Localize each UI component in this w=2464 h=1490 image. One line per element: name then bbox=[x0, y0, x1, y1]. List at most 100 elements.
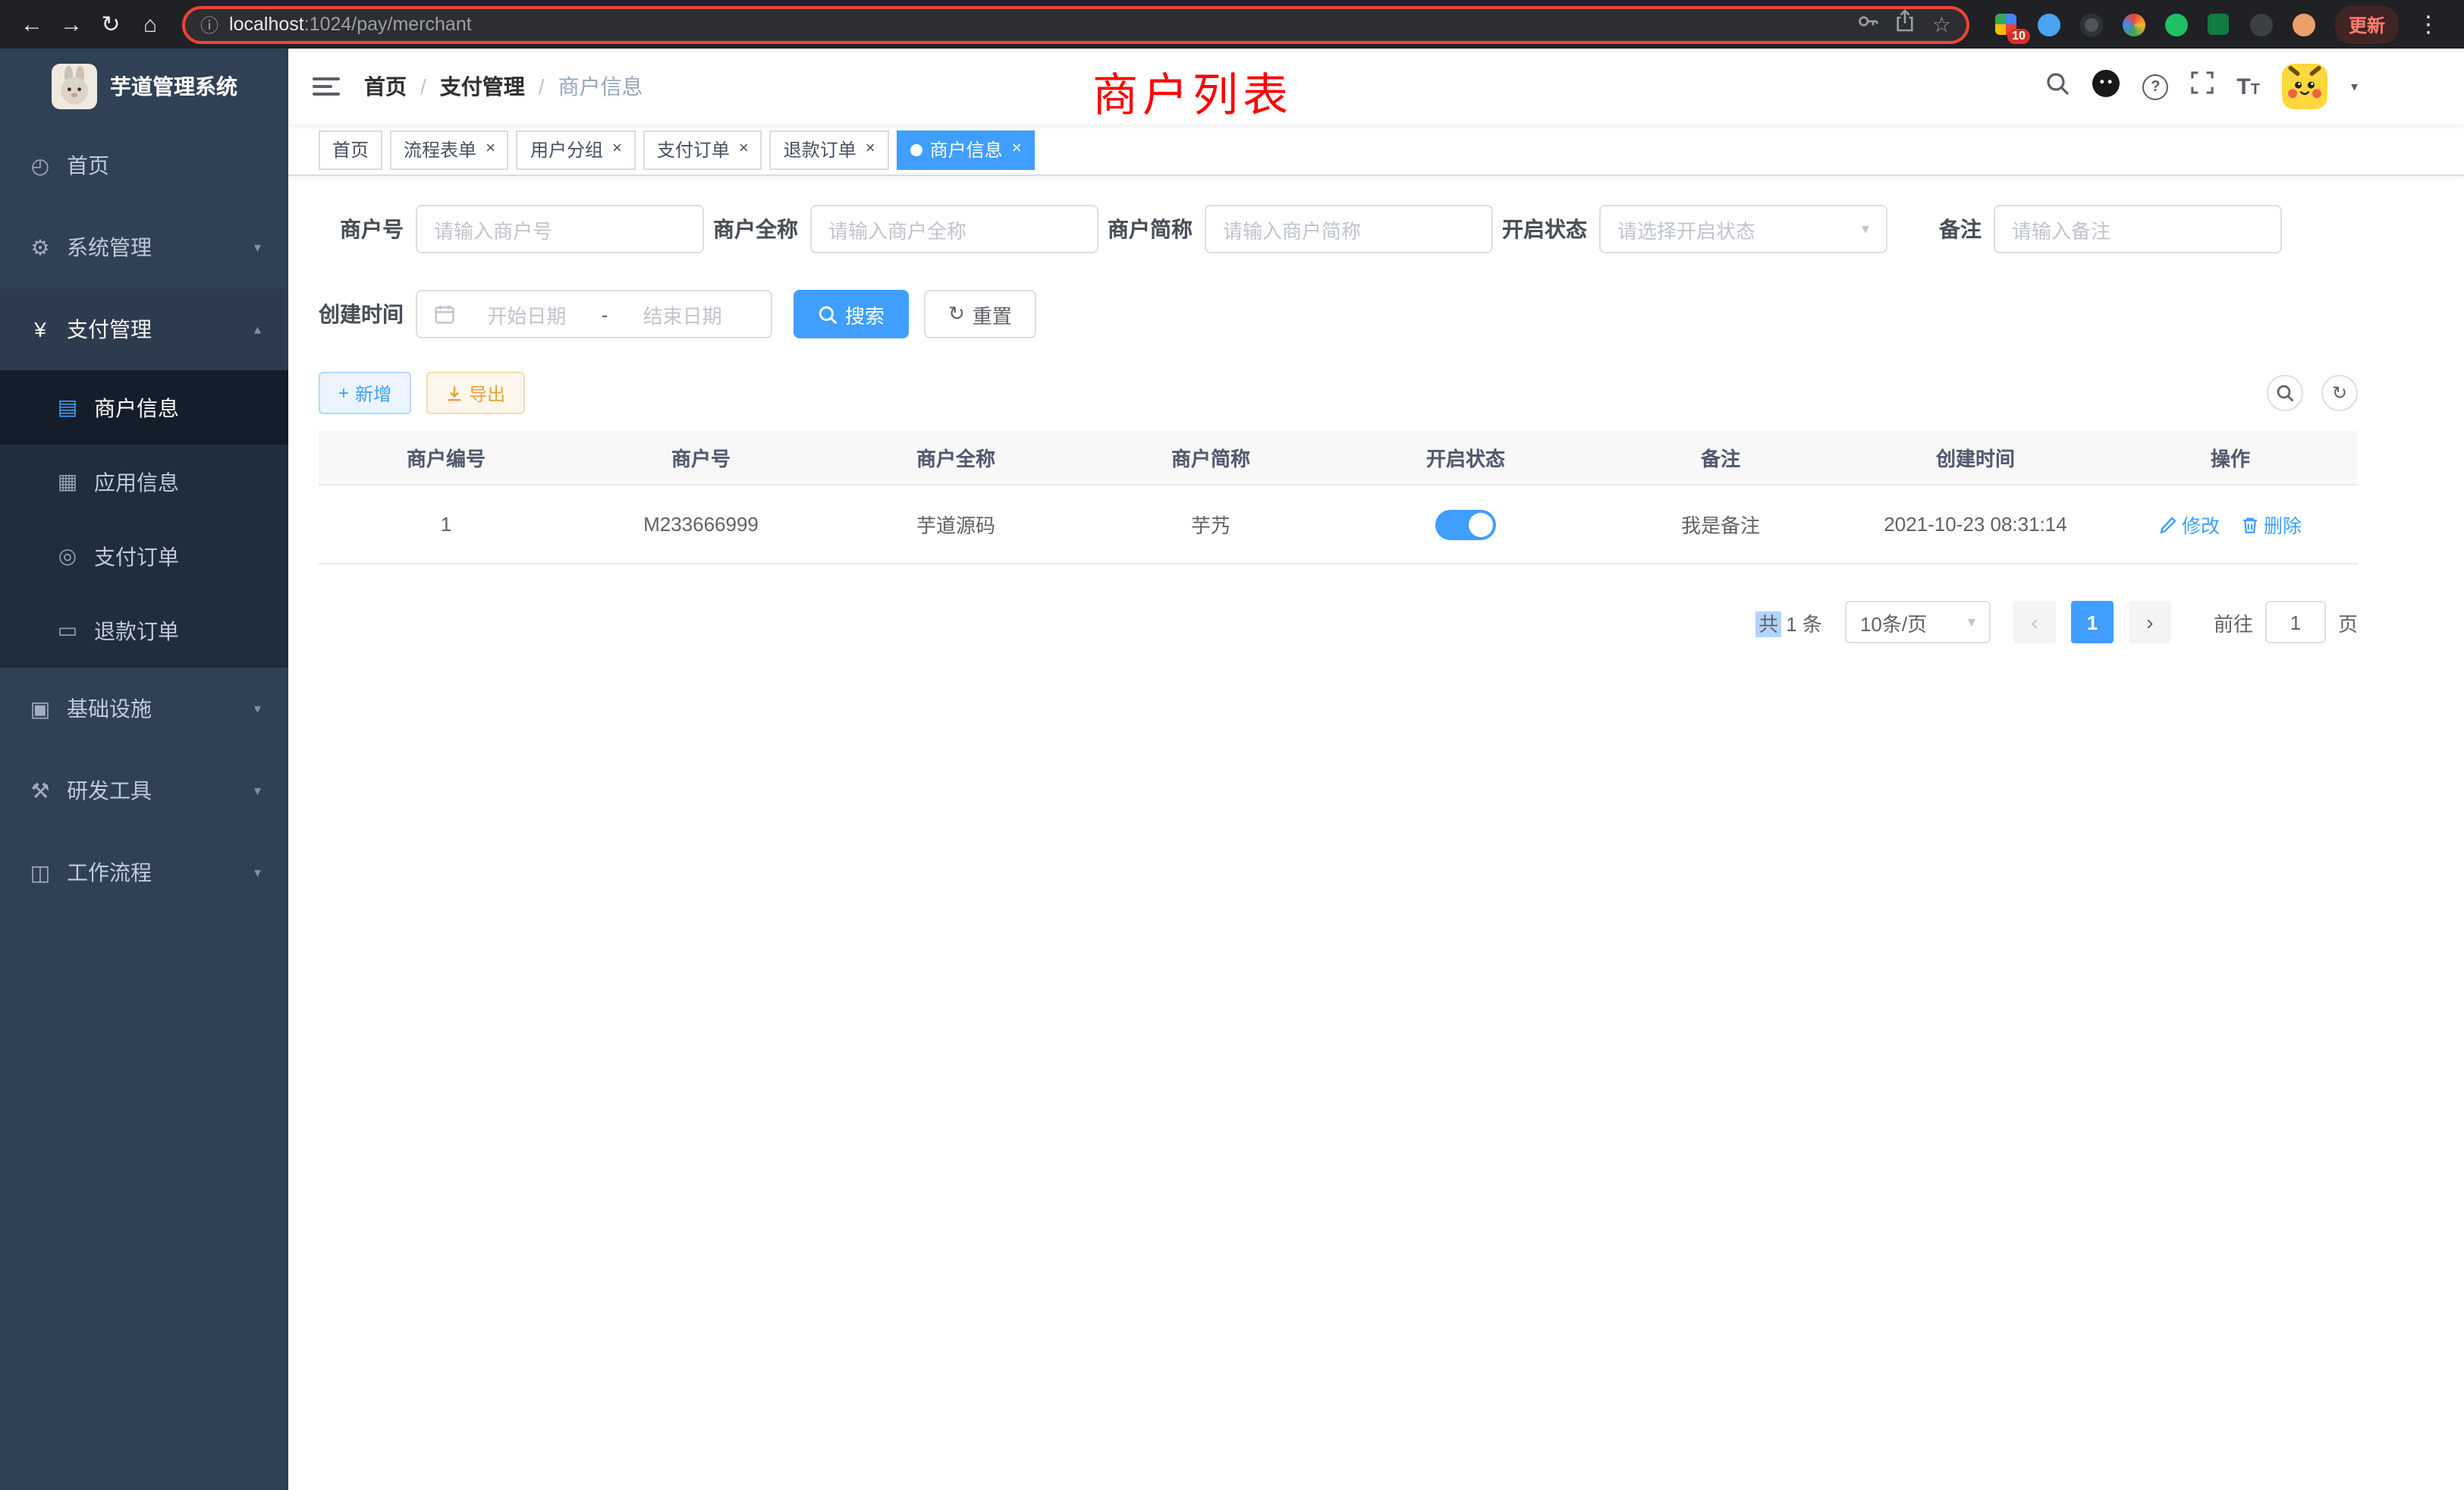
browser-update-button[interactable]: 更新 bbox=[2335, 5, 2399, 43]
status-toggle[interactable] bbox=[1435, 509, 1496, 539]
sidebar-item-system[interactable]: ⚙ 系统管理 ▾ bbox=[0, 206, 288, 288]
extension-blue-icon[interactable] bbox=[2036, 11, 2062, 37]
page-unit-label: 页 bbox=[2338, 608, 2358, 637]
tab-refund-orders[interactable]: 退款订单× bbox=[770, 130, 889, 169]
search-button[interactable]: 搜索 bbox=[794, 290, 909, 338]
cell-short-name: 芋艿 bbox=[1083, 510, 1338, 539]
sidebar-item-home[interactable]: ◴ 首页 bbox=[0, 124, 288, 206]
start-date-input[interactable]: 开始日期 bbox=[455, 300, 599, 328]
sidebar-item-label: 支付管理 bbox=[67, 314, 152, 344]
browser-back-button[interactable]: ← bbox=[12, 5, 52, 44]
next-page-button[interactable]: › bbox=[2129, 601, 2171, 643]
sidebar-item-dev-tools[interactable]: ⚒ 研发工具 ▾ bbox=[0, 750, 288, 831]
extension-green-icon[interactable] bbox=[2164, 11, 2189, 37]
user-avatar[interactable] bbox=[2283, 64, 2328, 109]
tab-process-form[interactable]: 流程表单× bbox=[390, 130, 509, 169]
status-select[interactable]: 请选择开启状态▾ bbox=[1599, 205, 1887, 253]
tab-merchant-info[interactable]: 商户信息× bbox=[897, 130, 1036, 169]
sidebar-item-pay-orders[interactable]: ◎ 支付订单 bbox=[0, 519, 288, 593]
sidebar-item-payment[interactable]: ¥ 支付管理 ▴ bbox=[0, 288, 288, 370]
avatar-caret-icon[interactable]: ▾ bbox=[2351, 78, 2358, 95]
delete-button[interactable]: 删除 bbox=[2241, 510, 2302, 539]
breadcrumb-home[interactable]: 首页 bbox=[364, 71, 407, 102]
close-icon[interactable]: × bbox=[612, 141, 622, 158]
breadcrumb: 首页 / 支付管理 / 商户信息 bbox=[364, 71, 643, 102]
site-info-icon[interactable]: ⓘ bbox=[200, 11, 218, 37]
tab-pay-orders[interactable]: 支付订单× bbox=[643, 130, 762, 169]
sidebar-item-workflow[interactable]: ◫ 工作流程 ▾ bbox=[0, 831, 288, 913]
prev-page-button[interactable]: ‹ bbox=[2013, 601, 2056, 643]
target-icon: ◎ bbox=[55, 543, 80, 569]
full-name-input[interactable]: 请输入商户全称 bbox=[810, 205, 1098, 253]
url-text: localhost:1024/pay/merchant bbox=[229, 14, 1847, 35]
remark-input[interactable]: 请输入备注 bbox=[1994, 205, 2282, 253]
plus-icon: + bbox=[338, 382, 349, 404]
trash-icon bbox=[2241, 515, 2259, 533]
browser-profile-avatar[interactable] bbox=[2291, 11, 2317, 37]
bookmark-star-icon[interactable]: ☆ bbox=[1932, 11, 1951, 37]
sidebar-item-refund-orders[interactable]: ▭ 退款订单 bbox=[0, 593, 288, 668]
sidebar-item-merchant-info[interactable]: ▤ 商户信息 bbox=[0, 370, 288, 445]
extension-dark-icon[interactable] bbox=[2079, 11, 2104, 37]
tab-user-group[interactable]: 用户分组× bbox=[517, 130, 636, 169]
add-button[interactable]: + 新增 bbox=[319, 372, 411, 414]
password-key-icon[interactable] bbox=[1858, 10, 1879, 39]
close-icon[interactable]: × bbox=[1012, 141, 1022, 158]
tab-home[interactable]: 首页 bbox=[319, 130, 382, 169]
current-page[interactable]: 1 bbox=[2071, 601, 2114, 643]
cell-remark: 我是备注 bbox=[1593, 510, 1848, 539]
status-label: 开启状态 bbox=[1502, 214, 1587, 244]
edit-button[interactable]: 修改 bbox=[2159, 510, 2220, 539]
address-bar[interactable]: ⓘ localhost:1024/pay/merchant ☆ bbox=[182, 5, 1969, 43]
create-time-range-picker[interactable]: 开始日期 - 结束日期 bbox=[416, 290, 772, 338]
end-date-input[interactable]: 结束日期 bbox=[611, 300, 754, 328]
help-icon[interactable]: ? bbox=[2142, 74, 2168, 99]
browser-menu-button[interactable]: ⋮ bbox=[2405, 11, 2452, 38]
hamburger-icon[interactable] bbox=[313, 77, 340, 96]
pagination: 共1 条 10条/页▾ ‹ 1 › 前往 1 页 bbox=[319, 601, 2358, 643]
app-logo[interactable]: 芋道管理系统 bbox=[0, 49, 288, 124]
breadcrumb-payment[interactable]: 支付管理 bbox=[440, 71, 525, 102]
extension-pin-icon[interactable] bbox=[2249, 11, 2274, 37]
download-icon bbox=[446, 385, 463, 401]
share-icon[interactable] bbox=[1896, 9, 1916, 39]
dashboard-icon: ◴ bbox=[27, 152, 53, 178]
github-icon[interactable] bbox=[2092, 69, 2120, 104]
font-size-icon[interactable]: TT bbox=[2236, 74, 2260, 99]
refresh-table-button[interactable]: ↻ bbox=[2321, 375, 2358, 411]
export-button[interactable]: 导出 bbox=[426, 372, 525, 414]
page-size-select[interactable]: 10条/页▾ bbox=[1845, 601, 1991, 643]
close-icon[interactable]: × bbox=[486, 141, 495, 158]
create-time-label: 创建时间 bbox=[319, 299, 404, 329]
sidebar-item-label: 系统管理 bbox=[67, 232, 152, 262]
browser-home-button[interactable]: ⌂ bbox=[130, 5, 170, 44]
filter-row-2: 创建时间 开始日期 - 结束日期 搜索 bbox=[319, 290, 2358, 338]
close-icon[interactable]: × bbox=[739, 141, 749, 158]
extensions-area: 10 bbox=[1994, 11, 2317, 37]
extension-badge: 10 bbox=[2007, 28, 2030, 43]
sidebar-item-label: 支付订单 bbox=[94, 541, 179, 571]
extension-multicolor-icon[interactable] bbox=[2121, 11, 2147, 37]
full-name-label: 商户全称 bbox=[713, 214, 798, 244]
chevron-down-icon: ▾ bbox=[1862, 221, 1869, 237]
close-icon[interactable]: × bbox=[866, 141, 875, 158]
toggle-search-button[interactable] bbox=[2267, 375, 2303, 411]
col-merchant-id: 商户编号 bbox=[319, 443, 574, 472]
browser-forward-button[interactable]: → bbox=[52, 5, 91, 44]
extension-green-square-icon[interactable] bbox=[2206, 11, 2232, 37]
search-icon[interactable] bbox=[2045, 71, 2070, 102]
page-content: 商户号 请输入商户号 商户全称 请输入商户全称 商户简称 请输入商户简称 开启状… bbox=[288, 176, 2464, 643]
url-host: localhost bbox=[229, 14, 304, 35]
merchant-no-input[interactable]: 请输入商户号 bbox=[416, 205, 704, 253]
col-short-name: 商户简称 bbox=[1083, 443, 1338, 472]
goto-page-input[interactable]: 1 bbox=[2265, 601, 2326, 643]
chevron-up-icon: ▴ bbox=[254, 321, 261, 338]
sidebar-item-label: 首页 bbox=[67, 150, 109, 181]
sidebar-item-infrastructure[interactable]: ▣ 基础设施 ▾ bbox=[0, 668, 288, 750]
short-name-input[interactable]: 请输入商户简称 bbox=[1205, 205, 1493, 253]
extension-grid-icon[interactable]: 10 bbox=[1994, 11, 2019, 37]
reset-button[interactable]: ↻ 重置 bbox=[924, 290, 1036, 338]
sidebar-item-app-info[interactable]: ▦ 应用信息 bbox=[0, 445, 288, 519]
browser-reload-button[interactable]: ↻ bbox=[91, 5, 130, 44]
fullscreen-icon[interactable] bbox=[2191, 71, 2214, 102]
